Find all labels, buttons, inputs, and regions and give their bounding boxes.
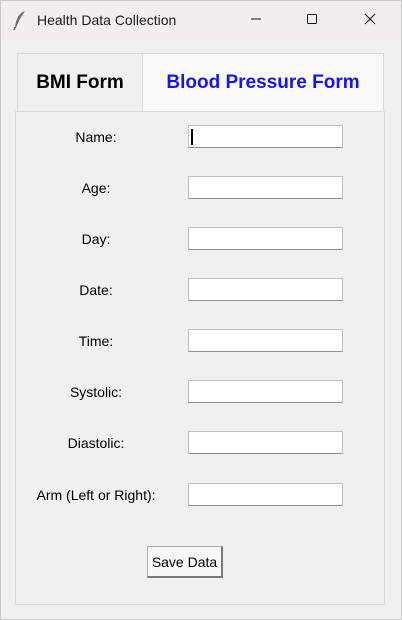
tab-label: BMI Form: [36, 71, 124, 93]
systolic-field[interactable]: [188, 380, 343, 403]
feather-pen-icon: [13, 10, 27, 31]
tab-blood-pressure-form[interactable]: Blood Pressure Form: [142, 53, 384, 111]
maximize-button[interactable]: [289, 1, 335, 40]
diastolic-label: Diastolic:: [67, 435, 125, 451]
minimize-icon: [250, 12, 262, 30]
age-field[interactable]: [188, 176, 343, 199]
save-data-button[interactable]: Save Data: [147, 546, 223, 578]
title-bar[interactable]: Health Data Collection: [1, 1, 401, 40]
time-field[interactable]: [188, 329, 343, 352]
name-label: Name:: [75, 129, 117, 145]
maximize-icon: [306, 12, 318, 30]
text-caret: [191, 129, 193, 145]
day-field[interactable]: [188, 227, 343, 250]
tab-bmi-form[interactable]: BMI Form: [17, 53, 142, 111]
age-label: Age:: [81, 180, 111, 196]
date-label: Date:: [79, 282, 113, 298]
day-label: Day:: [81, 231, 111, 247]
diastolic-field[interactable]: [188, 431, 343, 454]
arm-field[interactable]: [188, 483, 343, 506]
close-icon: [364, 12, 376, 30]
app-window: Health Data Collection BMI Form Blood Pr…: [0, 0, 402, 620]
name-field[interactable]: [188, 125, 343, 148]
systolic-label: Systolic:: [69, 384, 123, 400]
arm-label: Arm (Left or Right):: [36, 487, 156, 503]
time-label: Time:: [78, 333, 114, 349]
close-button[interactable]: [347, 1, 393, 40]
window-title: Health Data Collection: [37, 12, 177, 28]
date-field[interactable]: [188, 278, 343, 301]
save-data-label: Save Data: [151, 553, 218, 570]
tab-label: Blood Pressure Form: [166, 71, 360, 93]
minimize-button[interactable]: [233, 1, 279, 40]
